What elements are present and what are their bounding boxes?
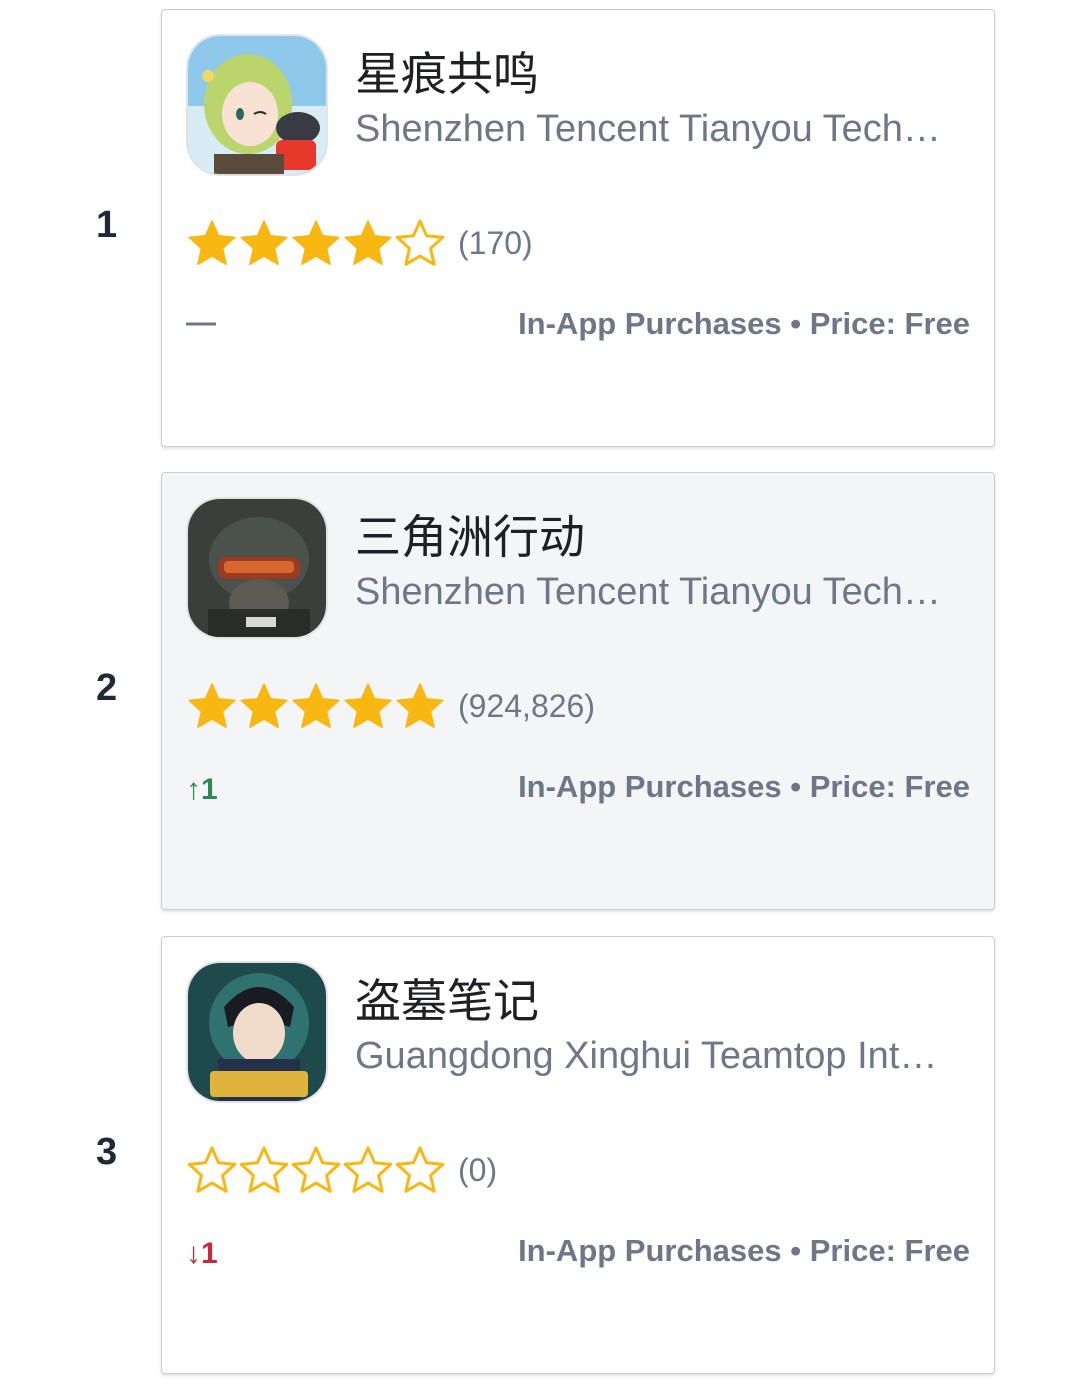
price-info: In-App Purchases • Price: Free (518, 306, 970, 342)
star-filled-icon (396, 683, 444, 729)
price-info: In-App Purchases • Price: Free (518, 769, 970, 805)
rank-change-up: ↑1 (186, 773, 218, 806)
star-filled-icon (292, 683, 340, 729)
price-label: Price: Free (809, 1233, 970, 1268)
star-empty-icon (187, 1146, 237, 1193)
app-card[interactable]: 盗墓笔记 Guangdong Xinghui Teamtop Int… (0) … (161, 936, 995, 1374)
in-app-purchases-label: In-App Purchases (518, 769, 782, 804)
app-name[interactable]: 三角洲行动 (355, 501, 585, 567)
price-label: Price: Free (809, 306, 970, 341)
star-filled-icon (344, 220, 392, 266)
separator-dot: • (790, 1233, 802, 1268)
developer-name: Shenzhen Tencent Tianyou Tech… (355, 571, 941, 613)
separator-dot: • (790, 306, 802, 341)
star-filled-icon (240, 683, 288, 729)
app-icon[interactable] (186, 961, 328, 1103)
rating-count: (924,826) (458, 687, 595, 724)
rank-change-none: — (186, 306, 216, 339)
star-empty-icon (343, 1146, 393, 1193)
app-icon[interactable] (186, 497, 328, 639)
star-rating: (170) (186, 218, 533, 268)
app-card[interactable]: 三角洲行动 Shenzhen Tencent Tianyou Tech… (92… (161, 472, 995, 910)
in-app-purchases-label: In-App Purchases (518, 306, 782, 341)
rating-count: (0) (458, 1151, 498, 1188)
app-name[interactable]: 星痕共鸣 (355, 38, 539, 104)
rank-number: 1 (96, 204, 118, 246)
price-label: Price: Free (809, 769, 970, 804)
app-name[interactable]: 盗墓笔记 (355, 965, 539, 1031)
star-filled-icon (292, 220, 340, 266)
separator-dot: • (790, 769, 802, 804)
star-rating: (0) (186, 1145, 497, 1195)
developer-name: Shenzhen Tencent Tianyou Tech… (355, 108, 941, 150)
star-filled-icon (344, 683, 392, 729)
star-filled-icon (240, 220, 288, 266)
app-list-item: 3 盗墓笔记 Guangdong Xinghui Teamtop Int… (0… (0, 936, 1080, 1378)
app-list-item: 1 星痕共鸣 Shenzhen Tencent Tianyou Tech… (1… (0, 9, 1080, 451)
rank-number: 2 (96, 667, 118, 709)
star-filled-icon (188, 683, 236, 729)
app-icon[interactable] (186, 34, 328, 176)
app-list-item: 2 三角洲行动 Shenzhen Tencent Tianyou Tech… (… (0, 472, 1080, 914)
developer-name: Guangdong Xinghui Teamtop Int… (355, 1035, 938, 1077)
star-rating: (924,826) (186, 681, 595, 731)
star-empty-icon (239, 1146, 289, 1193)
rank-number: 3 (96, 1131, 118, 1173)
star-empty-icon (395, 219, 445, 266)
star-filled-icon (188, 220, 236, 266)
in-app-purchases-label: In-App Purchases (518, 1233, 782, 1268)
app-card[interactable]: 星痕共鸣 Shenzhen Tencent Tianyou Tech… (170… (161, 9, 995, 447)
rating-count: (170) (458, 224, 533, 261)
price-info: In-App Purchases • Price: Free (518, 1233, 970, 1269)
rank-change-down: ↓1 (186, 1237, 218, 1270)
star-empty-icon (395, 1146, 445, 1193)
star-empty-icon (291, 1146, 341, 1193)
